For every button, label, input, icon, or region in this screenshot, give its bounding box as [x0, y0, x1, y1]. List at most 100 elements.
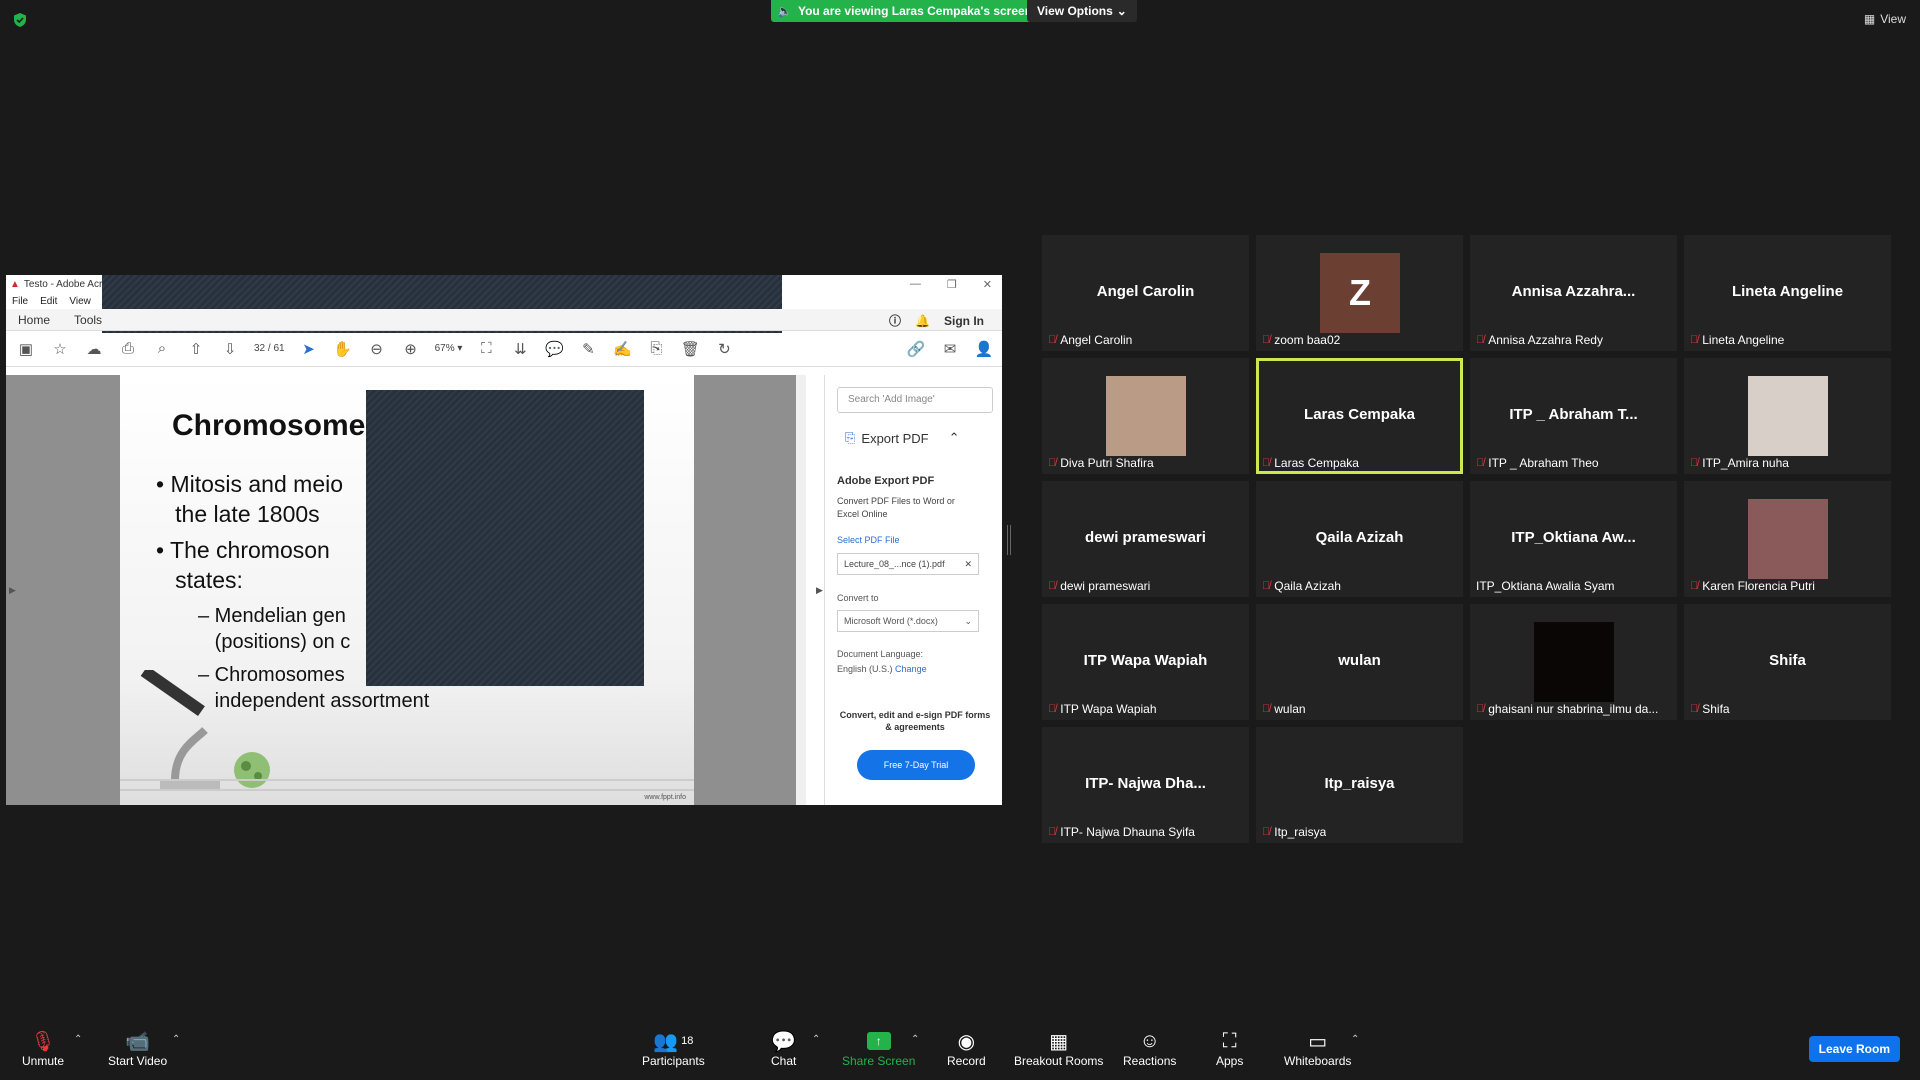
- whiteboard-options-caret-icon[interactable]: ⌃: [1351, 1034, 1359, 1045]
- participants-count: 18: [681, 1035, 694, 1047]
- participant-tile[interactable]: Itp_raisya 🎙̸ Itp_raisya: [1256, 727, 1463, 843]
- apps-button[interactable]: ⛶ Apps: [1216, 1028, 1244, 1069]
- share-screen-button[interactable]: ↑ Share Screen: [842, 1028, 915, 1068]
- participant-tile[interactable]: Shifa 🎙̸ Shifa: [1684, 604, 1891, 720]
- stamp-icon[interactable]: ⎘: [646, 339, 666, 359]
- menu-edit[interactable]: Edit: [40, 296, 57, 307]
- rotate-icon[interactable]: ↻: [714, 339, 734, 359]
- participant-tile[interactable]: Z 🎙̸ zoom baa02: [1256, 235, 1463, 351]
- clear-file-icon[interactable]: ✕: [964, 559, 972, 570]
- chat-options-caret-icon[interactable]: ⌃: [812, 1034, 820, 1045]
- mic-muted-icon: 🎙̸: [1262, 826, 1271, 838]
- fit-page-icon[interactable]: ⛶: [476, 339, 496, 359]
- save-icon[interactable]: ▣: [16, 339, 36, 359]
- minimize-icon[interactable]: —: [910, 278, 921, 291]
- participant-tile[interactable]: ITP _ Abraham T... 🎙̸ ITP _ Abraham Theo: [1470, 358, 1677, 474]
- participant-label-text: ITP- Najwa Dhauna Syifa: [1060, 825, 1195, 839]
- page-number-input[interactable]: 32 / 61: [254, 343, 285, 354]
- whiteboard-icon: ▭: [1308, 1030, 1328, 1053]
- participant-tile[interactable]: 🎙̸ Karen Florencia Putri: [1684, 481, 1891, 597]
- share-link-icon[interactable]: 🔗: [906, 339, 926, 359]
- right-panel-toggle-icon[interactable]: ▶: [816, 585, 823, 596]
- view-button[interactable]: ▦ View: [1864, 12, 1906, 26]
- change-language-link[interactable]: Change: [895, 664, 927, 674]
- selected-file-field[interactable]: Lecture_08_...nce (1).pdf ✕: [837, 553, 979, 575]
- document-scrollbar[interactable]: [796, 375, 806, 805]
- tab-tools[interactable]: Tools: [62, 313, 114, 327]
- mic-muted-icon: 🎙̸: [1048, 580, 1057, 592]
- breakout-rooms-button[interactable]: ▦ Breakout Rooms: [1014, 1028, 1103, 1069]
- bell-icon[interactable]: 🔔: [915, 314, 930, 328]
- participant-tile[interactable]: Laras Cempaka 🎙̸ Laras Cempaka: [1256, 358, 1463, 474]
- participant-tile[interactable]: 🎙̸ Diva Putri Shafira: [1042, 358, 1249, 474]
- audio-options-caret-icon[interactable]: ⌃: [74, 1034, 82, 1045]
- print-icon[interactable]: ⎙: [118, 339, 138, 359]
- highlight-pen-icon[interactable]: ✎: [578, 339, 598, 359]
- scroll-mode-icon[interactable]: ⇊: [510, 339, 530, 359]
- participant-tile[interactable]: ITP- Najwa Dha... 🎙̸ ITP- Najwa Dhauna Syi…: [1042, 727, 1249, 843]
- promo-text: Convert, edit and e-sign PDF forms & agr…: [839, 710, 991, 732]
- zoom-level-select[interactable]: 67% ▾: [435, 343, 463, 354]
- video-options-caret-icon[interactable]: ⌃: [172, 1034, 180, 1045]
- participant-tile[interactable]: Lineta Angeline 🎙̸ Lineta Angeline: [1684, 235, 1891, 351]
- participant-display-name: Shifa: [1769, 652, 1806, 669]
- zoom-out-icon[interactable]: ⊖: [367, 339, 387, 359]
- record-button[interactable]: ◉ Record: [947, 1028, 986, 1069]
- participants-button[interactable]: 👥 18 Participants: [642, 1028, 705, 1069]
- zoom-search-icon[interactable]: ⌕: [152, 339, 172, 359]
- apps-label: Apps: [1216, 1054, 1244, 1068]
- hand-tool-icon[interactable]: ✋: [333, 339, 353, 359]
- whiteboards-button[interactable]: ▭ Whiteboards: [1284, 1028, 1351, 1069]
- share-banner-text: You are viewing Laras Cempaka's screen: [797, 4, 1033, 18]
- unmute-button[interactable]: 🎙 Unmute: [22, 1028, 64, 1069]
- cloud-upload-icon[interactable]: ☁: [84, 339, 104, 359]
- splitter-handle[interactable]: [1007, 525, 1011, 555]
- participant-tile[interactable]: dewi prameswari 🎙̸ dewi prameswari: [1042, 481, 1249, 597]
- document-viewer[interactable]: ▶ Chromosome • Mitosis and meio n the la…: [6, 375, 823, 805]
- participant-tile[interactable]: ITP_Oktiana Aw... ITP_Oktiana Awalia Syam: [1470, 481, 1677, 597]
- participants-icon: 👥 18: [653, 1030, 694, 1053]
- tab-home[interactable]: Home: [6, 313, 62, 327]
- page-down-icon[interactable]: ⇩: [220, 339, 240, 359]
- participant-tile[interactable]: Angel Carolin 🎙̸ Angel Carolin: [1042, 235, 1249, 351]
- free-trial-button[interactable]: Free 7-Day Trial: [857, 750, 975, 780]
- participant-tile[interactable]: 🎙̸ ghaisani nur shabrina_ilmu da...: [1470, 604, 1677, 720]
- convert-format-select[interactable]: Microsoft Word (*.docx) ⌄: [837, 610, 979, 632]
- star-icon[interactable]: ☆: [50, 339, 70, 359]
- email-icon[interactable]: ✉: [940, 339, 960, 359]
- participant-tile[interactable]: Qaila Azizah 🎙̸ Qaila Azizah: [1256, 481, 1463, 597]
- participant-tile[interactable]: wulan 🎙̸ wulan: [1256, 604, 1463, 720]
- account-icon[interactable]: 👤: [974, 339, 994, 359]
- participant-name-label: ITP_Oktiana Awalia Syam: [1476, 579, 1615, 593]
- select-cursor-icon[interactable]: ➤: [299, 339, 319, 359]
- maximize-icon[interactable]: ❐: [947, 278, 957, 291]
- view-options-button[interactable]: View Options ⌄: [1027, 0, 1137, 22]
- help-icon[interactable]: ⓘ: [889, 312, 901, 329]
- chat-button[interactable]: 💬 Chat: [771, 1028, 796, 1069]
- security-shield-icon[interactable]: [12, 12, 28, 28]
- page-up-icon[interactable]: ⇧: [186, 339, 206, 359]
- comment-icon[interactable]: 💬: [544, 339, 564, 359]
- menu-view[interactable]: View: [69, 296, 91, 307]
- draw-icon[interactable]: ✍: [612, 339, 632, 359]
- export-pdf-header[interactable]: ⎘ Export PDF ⌃: [845, 430, 960, 446]
- participant-tile[interactable]: 🎙̸ ITP_Amira nuha: [1684, 358, 1891, 474]
- zoom-in-icon[interactable]: ⊕: [401, 339, 421, 359]
- acrobat-tabs: Home Tools ⓘ 🔔 Sign In: [6, 309, 1002, 331]
- select-pdf-link[interactable]: Select PDF File: [837, 535, 900, 545]
- chevron-up-icon[interactable]: ⌃: [949, 430, 960, 446]
- leave-room-button[interactable]: Leave Room: [1808, 1036, 1900, 1062]
- share-options-caret-icon[interactable]: ⌃: [911, 1034, 919, 1045]
- left-panel-toggle-icon[interactable]: ▶: [9, 585, 16, 596]
- participant-display-name: Qaila Azizah: [1315, 529, 1404, 546]
- close-icon[interactable]: ✕: [983, 278, 992, 291]
- participant-tile[interactable]: Annisa Azzahra... 🎙̸ Annisa Azzahra Redy: [1470, 235, 1677, 351]
- participant-tile[interactable]: ITP Wapa Wapiah 🎙̸ ITP Wapa Wapiah: [1042, 604, 1249, 720]
- participant-name-label: 🎙̸ dewi prameswari: [1048, 579, 1150, 593]
- tool-search-input[interactable]: Search 'Add Image': [837, 387, 993, 413]
- sign-in-button[interactable]: Sign In: [944, 314, 984, 328]
- menu-file[interactable]: File: [12, 296, 28, 307]
- start-video-button[interactable]: 📹 Start Video: [108, 1028, 167, 1069]
- trash-icon[interactable]: 🗑: [680, 339, 700, 359]
- reactions-button[interactable]: ☺ Reactions: [1123, 1028, 1176, 1069]
